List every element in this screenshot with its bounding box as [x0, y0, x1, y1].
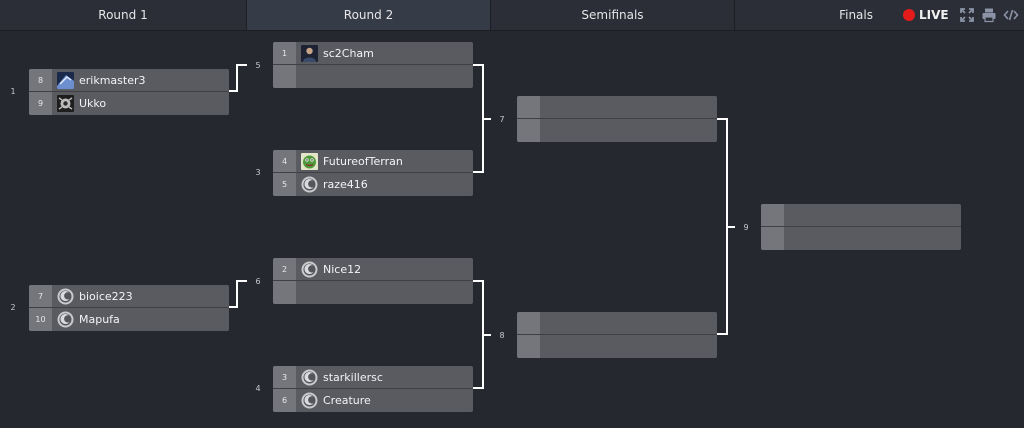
sc2cham-avatar-icon — [301, 44, 318, 62]
seed-number: 4 — [273, 150, 296, 172]
player-name: Ukko — [79, 97, 107, 110]
match-number: 9 — [743, 223, 749, 232]
seed-number: 10 — [29, 308, 52, 331]
player-name: erikmaster3 — [79, 73, 146, 87]
player-slot-empty[interactable] — [517, 119, 717, 142]
ukko-avatar-icon — [57, 95, 74, 112]
match-card[interactable]: 3 starkillersc 6 Creature — [273, 366, 473, 412]
seed-number: 2 — [273, 258, 296, 280]
seed-number — [761, 227, 784, 250]
match-card[interactable] — [517, 312, 717, 358]
match-number: 1 — [10, 87, 16, 96]
match-number: 3 — [255, 168, 261, 177]
match-number: 6 — [255, 277, 261, 286]
match-card[interactable] — [517, 96, 717, 142]
seed-number — [761, 204, 784, 226]
match-card[interactable]: 4 FutureofTerran 5 raze416 — [273, 150, 473, 196]
match-number: 5 — [255, 61, 261, 70]
player-slot[interactable]: 2 Nice12 — [273, 258, 473, 281]
player-name: Mapufa — [79, 313, 120, 326]
match-card-final[interactable] — [761, 204, 961, 250]
player-slot-empty[interactable] — [273, 65, 473, 88]
default-race-avatar-icon — [57, 288, 74, 305]
player-name: Nice12 — [323, 262, 362, 276]
seed-number: 7 — [29, 285, 52, 307]
seed-number: 6 — [273, 389, 296, 412]
seed-number — [517, 312, 540, 334]
player-slot-empty[interactable] — [761, 204, 961, 227]
match-card[interactable]: 7 bioice223 10 Mapufa — [29, 285, 229, 331]
default-race-avatar-icon — [301, 392, 318, 409]
player-slot-empty[interactable] — [517, 335, 717, 358]
match-card[interactable]: 8 erikmaster3 9 Ukko — [29, 69, 229, 115]
erikmaster3-avatar-icon — [57, 71, 74, 89]
player-name: starkillersc — [323, 370, 383, 384]
player-name: sc2Cham — [323, 46, 374, 60]
default-race-avatar-icon — [301, 369, 318, 386]
player-name: FutureofTerran — [323, 154, 403, 168]
player-slot[interactable]: 7 bioice223 — [29, 285, 229, 308]
default-race-avatar-icon — [57, 311, 74, 328]
seed-number: 8 — [29, 69, 52, 91]
seed-number: 5 — [273, 173, 296, 196]
seed-number: 9 — [29, 92, 52, 115]
player-slot[interactable]: 10 Mapufa — [29, 308, 229, 331]
seed-number — [273, 65, 296, 88]
player-slot-empty[interactable] — [273, 281, 473, 304]
seed-number — [517, 119, 540, 142]
match-number: 2 — [10, 303, 16, 312]
seed-number — [517, 335, 540, 358]
player-slot[interactable]: 9 Ukko — [29, 92, 229, 115]
player-slot-empty[interactable] — [517, 312, 717, 335]
player-name: bioice223 — [79, 289, 133, 303]
player-slot[interactable]: 8 erikmaster3 — [29, 69, 229, 92]
seed-number — [273, 281, 296, 304]
player-slot[interactable]: 6 Creature — [273, 389, 473, 412]
match-number: 8 — [499, 331, 505, 340]
player-name: raze416 — [323, 178, 368, 191]
match-number: 7 — [499, 115, 505, 124]
default-race-avatar-icon — [301, 176, 318, 193]
player-slot[interactable]: 1 sc2Cham — [273, 42, 473, 65]
player-slot[interactable]: 3 starkillersc — [273, 366, 473, 389]
seed-number: 3 — [273, 366, 296, 388]
futureofterran-avatar-icon — [301, 152, 318, 170]
default-race-avatar-icon — [301, 261, 318, 278]
player-slot-empty[interactable] — [517, 96, 717, 119]
match-card[interactable]: 1 sc2Cham — [273, 42, 473, 88]
match-card[interactable]: 2 Nice12 — [273, 258, 473, 304]
player-slot-empty[interactable] — [761, 227, 961, 250]
seed-number — [517, 96, 540, 118]
match-number: 4 — [255, 384, 261, 393]
player-slot[interactable]: 5 raze416 — [273, 173, 473, 196]
player-name: Creature — [323, 394, 371, 407]
seed-number: 1 — [273, 42, 296, 64]
player-slot[interactable]: 4 FutureofTerran — [273, 150, 473, 173]
